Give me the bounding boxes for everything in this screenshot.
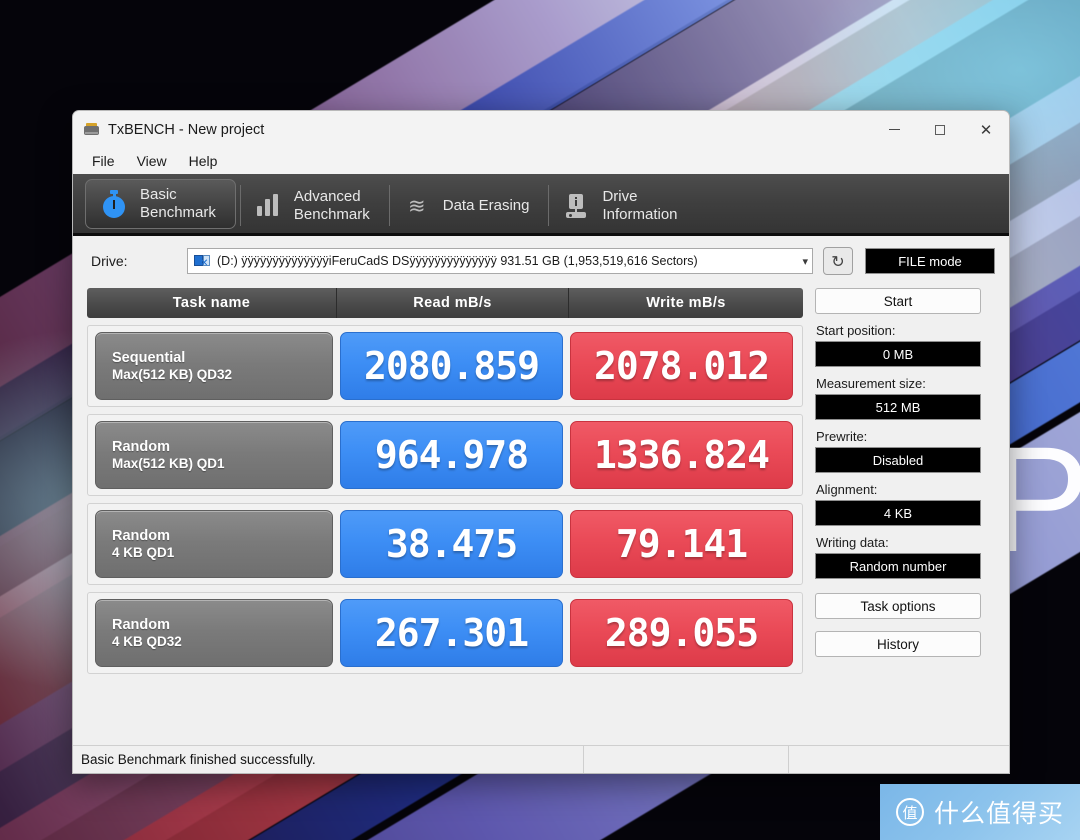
write-value: 2078.012 bbox=[570, 332, 793, 400]
watermark: 值 什么值得买 bbox=[880, 784, 1080, 840]
status-message: Basic Benchmark finished successfully. bbox=[81, 752, 316, 767]
side-panel: Start Start position: 0 MB Measurement s… bbox=[815, 288, 981, 674]
menu-item-file[interactable]: File bbox=[82, 150, 125, 172]
start-position-label: Start position: bbox=[816, 323, 896, 338]
maximize-icon[interactable] bbox=[917, 111, 963, 148]
status-segment-2 bbox=[583, 746, 788, 773]
tab-label: Advanced Benchmark bbox=[293, 187, 370, 223]
stopwatch-icon bbox=[99, 189, 129, 219]
drive-selected-value: (D:) ÿÿÿÿÿÿÿÿÿÿÿÿÿÿiFeruCadS DSÿÿÿÿÿÿÿÿÿ… bbox=[217, 254, 698, 268]
alignment-value[interactable]: 4 KB bbox=[815, 500, 981, 526]
prewrite-value[interactable]: Disabled bbox=[815, 447, 981, 473]
write-value: 289.055 bbox=[570, 599, 793, 667]
drive-icon: ✕ bbox=[194, 254, 211, 269]
task-name-line2: Max(512 KB) QD1 bbox=[112, 455, 225, 471]
task-button[interactable]: Random 4 KB QD32 bbox=[95, 599, 333, 667]
write-value: 1336.824 bbox=[570, 421, 793, 489]
measurement-size-value[interactable]: 512 MB bbox=[815, 394, 981, 420]
status-segment-3 bbox=[788, 746, 1009, 773]
drive-info-icon bbox=[561, 191, 591, 221]
task-name-line1: Sequential bbox=[112, 349, 186, 366]
measurement-size-label: Measurement size: bbox=[816, 376, 926, 391]
tab-strip: Basic Benchmark Advanced Benchmark ≋ Dat… bbox=[73, 174, 1009, 236]
window-title: TxBENCH - New project bbox=[108, 121, 265, 138]
tab-basic-benchmark[interactable]: Basic Benchmark bbox=[85, 179, 236, 229]
task-name-line1: Random bbox=[112, 616, 170, 633]
writing-data-label: Writing data: bbox=[816, 535, 889, 550]
read-value: 38.475 bbox=[340, 510, 563, 578]
task-button[interactable]: Sequential Max(512 KB) QD32 bbox=[95, 332, 333, 400]
status-bar: Basic Benchmark finished successfully. bbox=[73, 745, 1009, 773]
table-row: Random Max(512 KB) QD1 964.978 1336.824 bbox=[87, 414, 803, 496]
tab-data-erasing[interactable]: ≋ Data Erasing bbox=[388, 178, 549, 233]
task-button[interactable]: Random 4 KB QD1 bbox=[95, 510, 333, 578]
smzdm-logo-icon: 值 bbox=[895, 798, 924, 826]
refresh-icon[interactable]: ↻ bbox=[823, 247, 853, 275]
menu-item-help[interactable]: Help bbox=[179, 150, 228, 172]
column-header-task-name: Task name bbox=[87, 288, 337, 318]
task-button[interactable]: Random Max(512 KB) QD1 bbox=[95, 421, 333, 489]
main-area: Task name Read mB/s Write mB/s Sequentia… bbox=[73, 275, 1009, 674]
read-value: 267.301 bbox=[340, 599, 563, 667]
table-row: Random 4 KB QD1 38.475 79.141 bbox=[87, 503, 803, 585]
menu-bar: File View Help bbox=[73, 148, 1009, 174]
drive-label: Drive: bbox=[91, 253, 128, 269]
drive-select[interactable]: ✕ (D:) ÿÿÿÿÿÿÿÿÿÿÿÿÿÿiFeruCadS DSÿÿÿÿÿÿÿ… bbox=[187, 248, 813, 274]
write-value: 79.141 bbox=[570, 510, 793, 578]
txbench-app-icon bbox=[84, 122, 100, 137]
tab-drive-information[interactable]: Drive Information bbox=[548, 178, 696, 233]
window-content: Drive: ✕ (D:) ÿÿÿÿÿÿÿÿÿÿÿÿÿÿiFeruCadS DS… bbox=[73, 236, 1009, 773]
column-header-read: Read mB/s bbox=[337, 288, 569, 318]
tab-advanced-benchmark[interactable]: Advanced Benchmark bbox=[239, 178, 389, 233]
alignment-label: Alignment: bbox=[816, 482, 878, 497]
start-button[interactable]: Start bbox=[815, 288, 981, 314]
writing-data-value[interactable]: Random number bbox=[815, 553, 981, 579]
tab-label: Data Erasing bbox=[442, 196, 530, 214]
drive-row: Drive: ✕ (D:) ÿÿÿÿÿÿÿÿÿÿÿÿÿÿiFeruCadS DS… bbox=[73, 236, 1009, 275]
eraser-squiggle-icon: ≋ bbox=[407, 193, 426, 218]
menu-item-view[interactable]: View bbox=[127, 150, 177, 172]
column-header-write: Write mB/s bbox=[569, 288, 803, 318]
prewrite-label: Prewrite: bbox=[816, 429, 868, 444]
results-table: Task name Read mB/s Write mB/s Sequentia… bbox=[87, 288, 803, 674]
watermark-text: 什么值得买 bbox=[933, 799, 1064, 828]
tab-label: Drive Information bbox=[602, 187, 678, 223]
table-header-row: Task name Read mB/s Write mB/s bbox=[87, 288, 803, 318]
txbench-window: TxBENCH - New project ✕ File View Help B… bbox=[72, 110, 1010, 774]
tab-label: Basic Benchmark bbox=[140, 186, 216, 221]
bar-chart-icon bbox=[253, 191, 283, 221]
task-name-line1: Random bbox=[112, 438, 170, 455]
table-row: Random 4 KB QD32 267.301 289.055 bbox=[87, 592, 803, 674]
title-bar[interactable]: TxBENCH - New project ✕ bbox=[73, 111, 1009, 148]
task-options-button[interactable]: Task options bbox=[815, 593, 981, 619]
minimize-icon[interactable] bbox=[871, 111, 917, 148]
task-name-line1: Random bbox=[112, 527, 170, 544]
task-name-line2: Max(512 KB) QD32 bbox=[112, 366, 233, 382]
task-name-line2: 4 KB QD32 bbox=[112, 633, 182, 649]
read-value: 964.978 bbox=[340, 421, 563, 489]
chevron-down-icon[interactable]: ▾ bbox=[796, 255, 808, 268]
file-mode-indicator[interactable]: FILE mode bbox=[865, 248, 995, 274]
history-button[interactable]: History bbox=[815, 631, 981, 657]
task-name-line2: 4 KB QD1 bbox=[112, 544, 175, 560]
start-position-value[interactable]: 0 MB bbox=[815, 341, 981, 367]
table-row: Sequential Max(512 KB) QD32 2080.859 207… bbox=[87, 325, 803, 407]
read-value: 2080.859 bbox=[340, 332, 563, 400]
close-icon[interactable]: ✕ bbox=[963, 111, 1009, 148]
window-controls: ✕ bbox=[871, 111, 1009, 148]
